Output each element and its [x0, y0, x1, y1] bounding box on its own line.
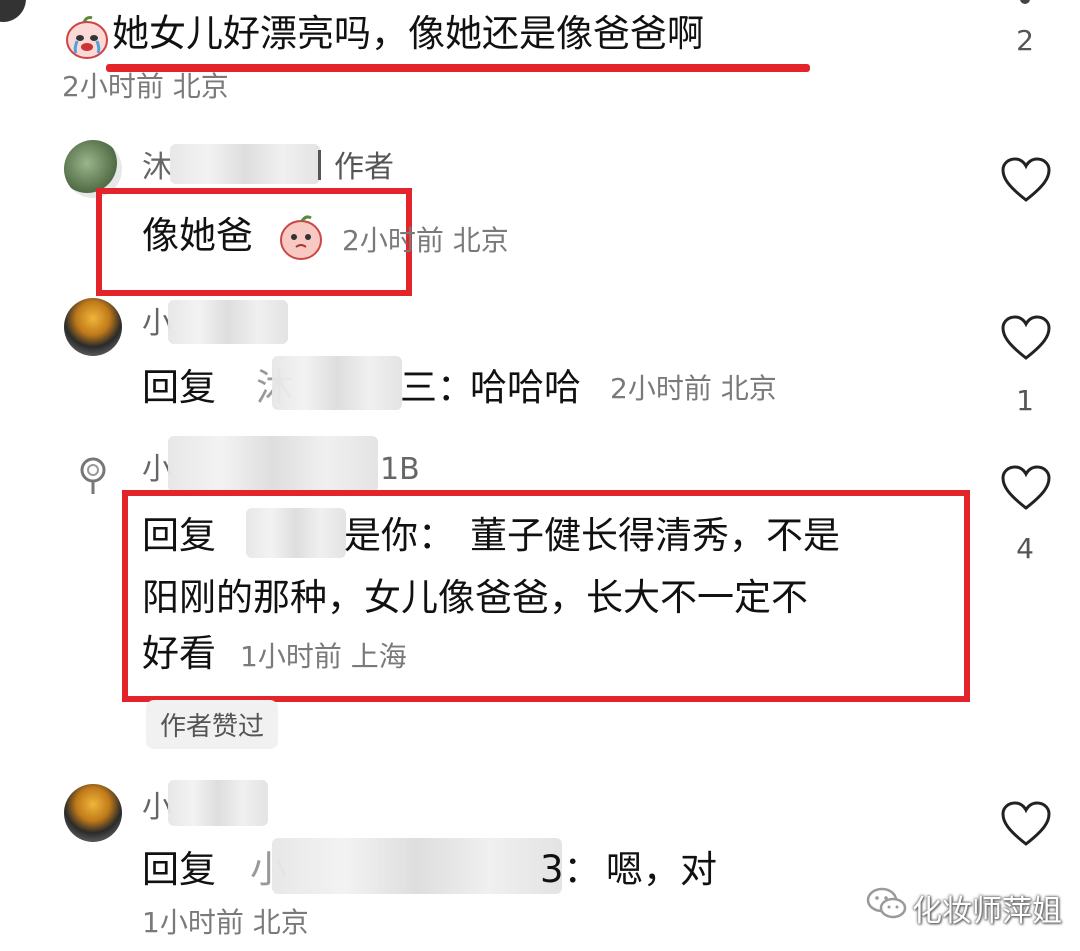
- like-button[interactable]: [1000, 156, 1052, 208]
- like-heart-partial-icon[interactable]: [1020, 0, 1030, 4]
- reply-text-line1: 董子健长得清秀，不是: [470, 514, 840, 557]
- watermark-text: 化妆师萍姐: [912, 894, 1062, 929]
- tag-divider: [318, 150, 321, 180]
- reply-target-blur: [246, 508, 346, 558]
- heart-icon: [1001, 157, 1051, 202]
- heart-icon: [1001, 315, 1051, 360]
- reply-target-blur: [272, 838, 562, 894]
- author-liked-badge: 作者赞过: [146, 700, 279, 749]
- heart-icon: [1001, 801, 1051, 846]
- reply-text: 像她爸: [142, 214, 253, 257]
- username-end: 1B: [380, 452, 420, 487]
- username-blur: [168, 300, 288, 344]
- wechat-icon: [866, 886, 908, 926]
- reply-text-line3: 好看: [142, 632, 216, 675]
- reply-target-end: 是你：: [344, 514, 455, 557]
- comment-meta: 2小时前 北京: [62, 70, 229, 103]
- username-blur: [168, 436, 378, 492]
- heart-icon: [1001, 465, 1051, 510]
- reply-prefix: 回复: [142, 514, 216, 557]
- reply-prefix: 回复: [142, 366, 216, 409]
- comment-text: 她女儿好漂亮吗，像她还是像爸爸啊: [112, 12, 704, 55]
- crying-peach-emoji-icon: [64, 14, 110, 64]
- reply-target-end: 3：: [540, 848, 601, 891]
- reply-meta: 2小时前 北京: [610, 372, 777, 405]
- reply-text: 嗯，对: [606, 848, 717, 891]
- avatar-partial[interactable]: [0, 0, 26, 22]
- author-tag: 作者: [334, 150, 394, 185]
- username-blur: [168, 780, 268, 826]
- like-button[interactable]: [1000, 314, 1052, 366]
- like-count: 2: [1016, 24, 1034, 57]
- reply-meta: 1小时前 北京: [142, 906, 309, 939]
- avatar[interactable]: [64, 298, 122, 356]
- username-blur: [170, 144, 320, 184]
- peach-emoji-icon: [276, 212, 326, 266]
- reply-meta: 2小时前 北京: [342, 224, 509, 257]
- reply-text-line2: 阳刚的那种，女儿像爸爸，长大不一定不: [142, 576, 808, 619]
- like-count: 1: [1016, 384, 1034, 417]
- like-count: 4: [1016, 532, 1034, 565]
- username[interactable]: 沐: [142, 150, 172, 186]
- avatar[interactable]: [64, 784, 122, 842]
- reply-prefix: 回复: [142, 848, 216, 891]
- reply-text: 哈哈哈: [470, 366, 581, 409]
- reply-meta: 1小时前 上海: [240, 640, 407, 673]
- reply-target-blur: [272, 356, 402, 410]
- reply-target-end: 三：: [400, 366, 474, 409]
- like-button[interactable]: [1000, 800, 1052, 852]
- like-button[interactable]: [1000, 464, 1052, 516]
- lollipop-avatar-icon: [80, 457, 106, 494]
- avatar[interactable]: [76, 456, 110, 500]
